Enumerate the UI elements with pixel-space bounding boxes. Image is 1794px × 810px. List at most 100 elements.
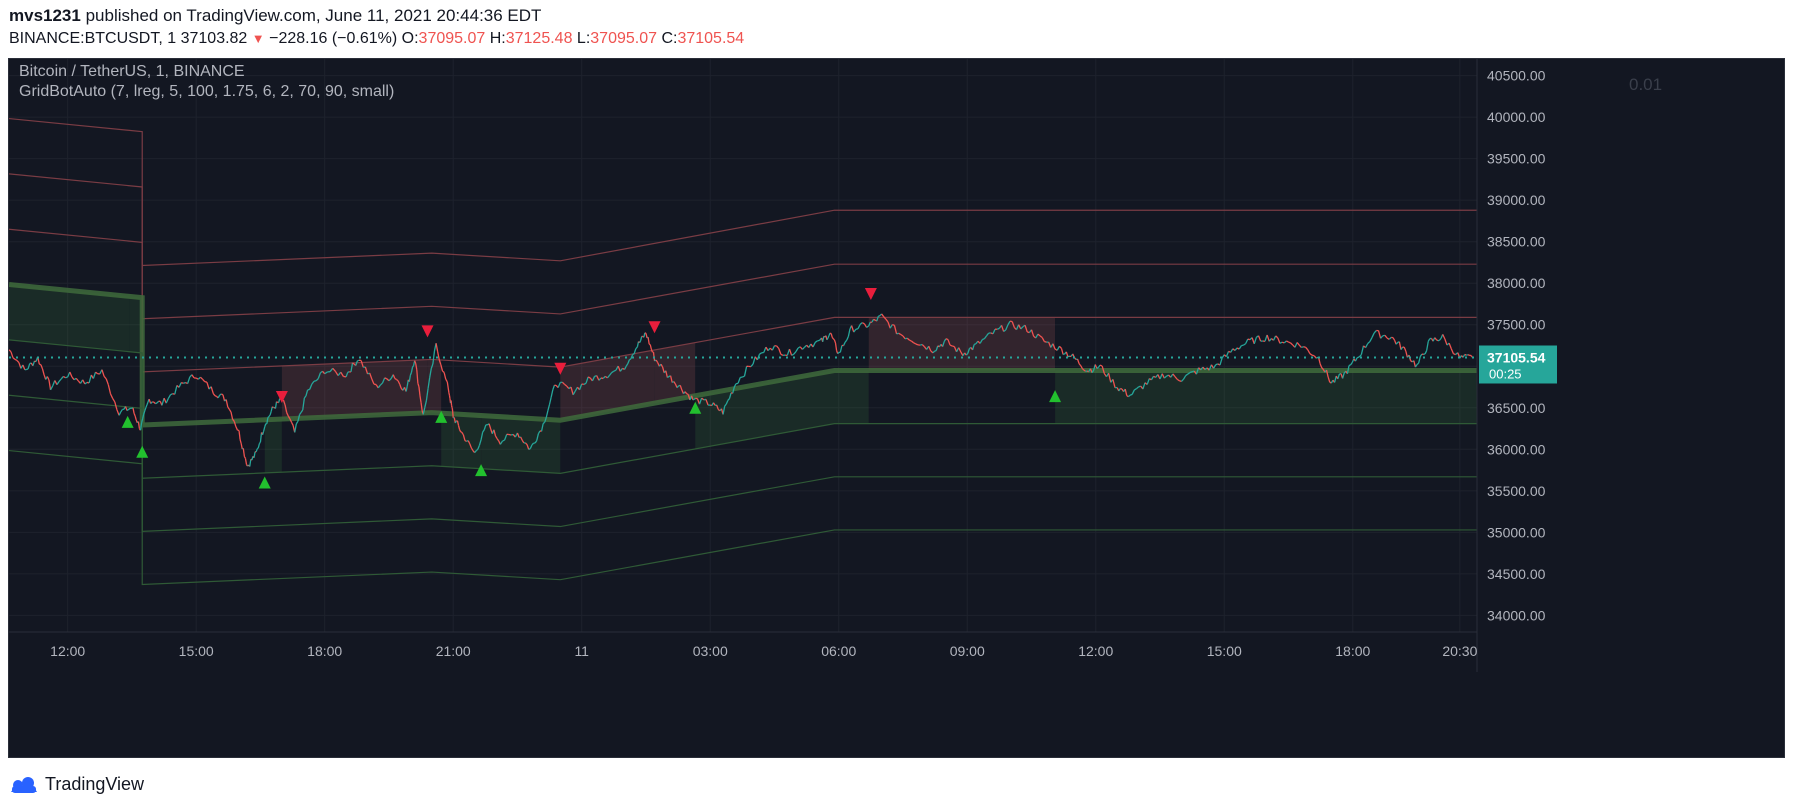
price-segment [1078,363,1082,367]
price-segment [639,336,643,341]
price-segment [1212,364,1217,369]
price-segment [112,398,116,403]
price-segment [295,420,299,425]
price-segment [1462,354,1466,358]
price-chart[interactable]: 34000.00 34500.00 35000.00 35500.00 36000.00… [9,59,1784,757]
price-segment [759,352,762,355]
price-segment [443,372,447,380]
series-legend[interactable]: Bitcoin / TetherUS, 1, BINANCE [19,63,245,81]
price-segment [667,375,670,379]
price-segment [167,394,172,399]
price-segment [48,379,52,390]
price-segment [881,313,885,318]
price-segment [214,395,217,397]
tradingview-logo[interactable]: TradingView [9,774,144,795]
price-segment [134,415,137,421]
price-segment [249,459,252,467]
price-segment [294,423,297,433]
price-segment [861,322,865,325]
published-text: published on TradingView.com, June 11, 2… [85,6,542,25]
price-segment [844,339,848,343]
price-segment [1356,356,1360,359]
open-label: O: [401,30,419,47]
close-value: 37105.54 [677,30,745,47]
price-segment [1283,340,1287,344]
price-segment [1400,346,1404,350]
time-tick-label: 15:00 [1207,643,1242,659]
price-segment [450,405,453,408]
price-segment [778,348,782,355]
price-segment [1392,337,1396,341]
price-segment [46,376,50,381]
price-segment [82,379,86,385]
price-segment [1243,343,1247,346]
price-segment [145,404,148,408]
price-segment [269,411,272,416]
price-segment [244,458,248,465]
price-segment [636,341,640,348]
price-tick-label: 34500.00 [1487,566,1546,582]
sell-level-line [9,173,1477,320]
chart-pane[interactable]: 34000.00 34500.00 35000.00 35500.00 36000.00… [8,58,1785,758]
time-axis: 12:00 15:00 18:00 21:00 11 03:00 06:00 09:00 12:… [9,631,1478,659]
time-tick-label: 03:00 [693,643,728,659]
price-segment [170,393,173,396]
price-tick-label: 39000.00 [1487,192,1546,208]
buy-signal-marker [258,476,271,489]
price-segment [200,376,204,380]
price-segment [1301,346,1304,349]
price-segment [1044,340,1047,343]
time-tick-label: 15:00 [179,643,214,659]
price-segment [1129,393,1133,396]
price-segment [132,407,135,414]
price-segment [120,409,123,413]
price-segment [837,352,840,355]
time-tick-label: 09:00 [950,643,985,659]
buy-signal-marker [136,445,149,458]
price-tick-label: 38000.00 [1487,275,1546,291]
scale-badge: 0.01 [1629,75,1663,94]
price-segment [437,351,440,361]
price-segment [1395,341,1399,345]
time-tick-label: 18:00 [307,643,342,659]
price-segment [1360,345,1365,355]
price-segment [552,385,556,391]
price-segment [822,336,825,342]
price-segment [1367,341,1371,344]
sell-zone [868,317,1056,371]
price-segment [1464,353,1467,356]
price-segment [1354,357,1358,362]
price-segment [101,369,105,377]
price-segment [801,346,805,350]
sell-zone [427,359,442,414]
buy-level-line [9,449,1477,586]
price-segment [1434,337,1437,340]
buy-zone [441,413,482,469]
sell-level-line [9,228,1477,373]
time-tick-label: 11 [574,643,589,659]
price-segment [1298,344,1302,348]
price-segment [150,401,153,404]
price-segment [981,338,985,341]
author-name[interactable]: mvs1231 [9,6,81,25]
price-segment [263,426,266,432]
price-segment [795,347,799,353]
price-segment [73,377,77,381]
sell-signal-marker [648,321,661,334]
price-segment [846,336,849,341]
price-segment [109,393,114,399]
indicator-legend[interactable]: GridBotAuto (7, lreg, 5, 100, 1.75, 6, 2… [19,83,394,101]
price-segment [1225,351,1230,357]
price-segment [183,381,186,384]
price-tick-label: 39500.00 [1487,151,1546,167]
price-segment [40,364,44,370]
price-segment [1371,332,1375,338]
price-segment [146,401,149,406]
price-segment [448,392,451,396]
price-segment [613,369,617,372]
price-segment [384,377,388,380]
price-segment [116,409,120,416]
price-segment [812,342,816,348]
price-segment [222,394,226,402]
price-segment [873,318,876,321]
